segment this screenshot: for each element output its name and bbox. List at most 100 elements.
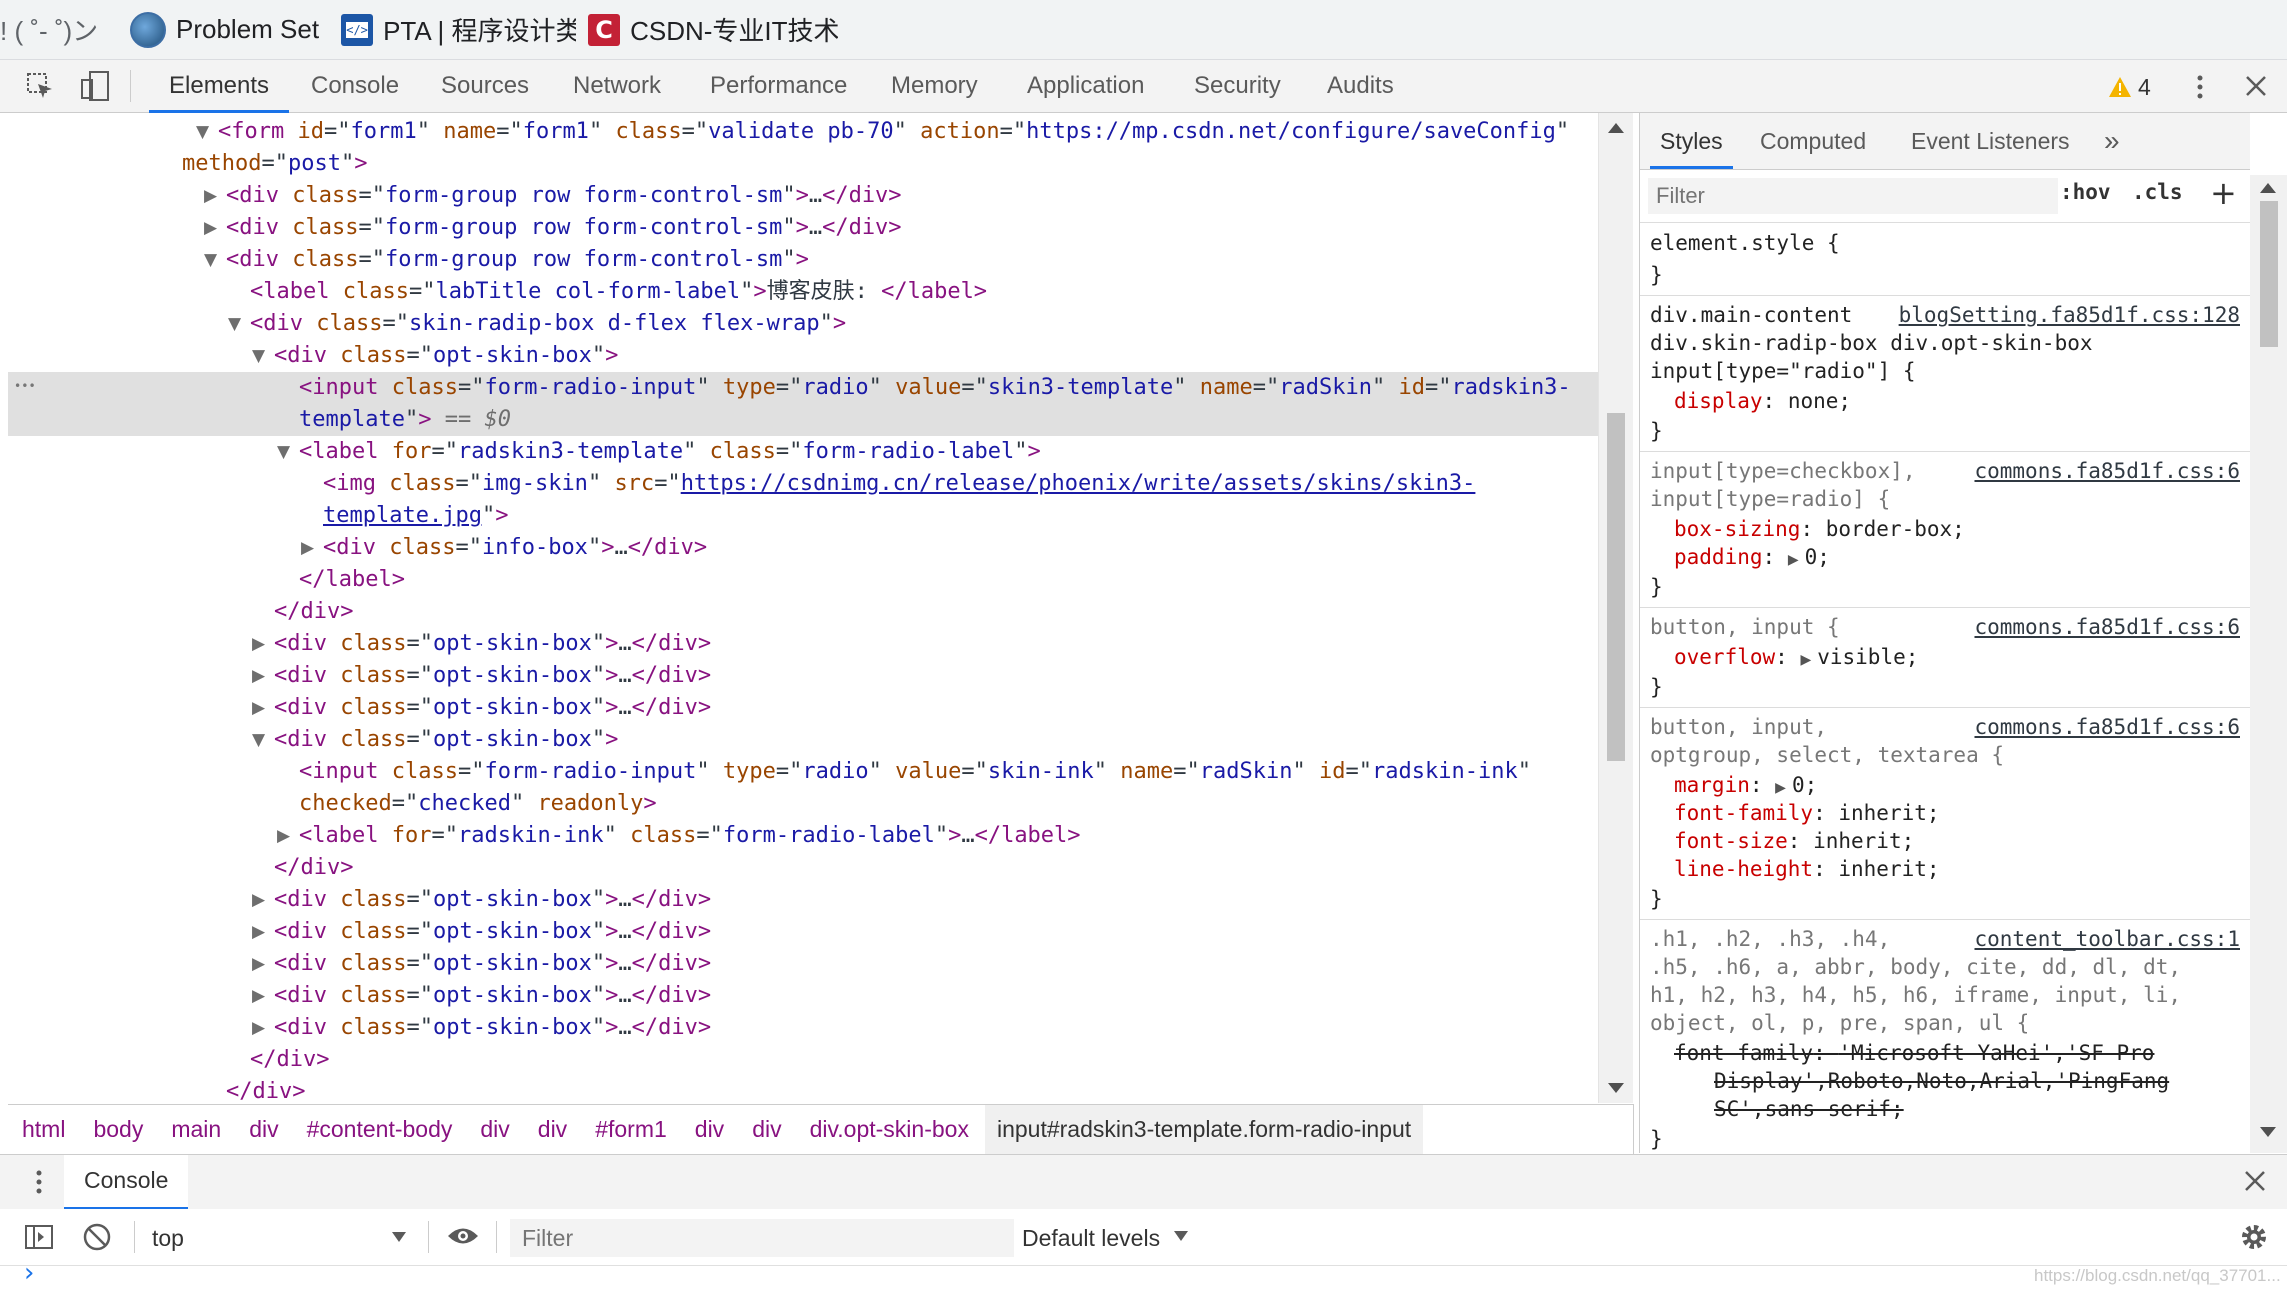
dom-node-line[interactable]: ▶ <label for="radskin-ink" class="form-ra…	[8, 820, 1598, 852]
expand-node-icon[interactable]: ▶	[301, 532, 314, 564]
hover-state-toggle[interactable]: :hov	[2060, 180, 2111, 204]
markup-token[interactable]: https://csdnimg.cn/release/phoenix/write…	[681, 471, 1476, 496]
dom-node-line[interactable]: </div>	[8, 1076, 1598, 1103]
dom-node-line[interactable]: ▼ <div class="opt-skin-box">	[8, 340, 1598, 372]
expand-node-icon[interactable]: ▶	[252, 660, 265, 692]
breadcrumb-item[interactable]: div	[752, 1116, 781, 1143]
dom-node-line[interactable]: <img class="img-skin" src="https://csdni…	[8, 468, 1598, 500]
collapse-node-icon[interactable]: ▼	[252, 340, 265, 372]
expand-shorthand-icon[interactable]: ▶	[1775, 780, 1786, 796]
styles-scrollbar[interactable]	[2250, 175, 2287, 1153]
rule-source-link[interactable]: commons.fa85d1f.css:6	[1974, 615, 2240, 639]
drawer-menu-icon[interactable]	[34, 1169, 44, 1195]
expand-shorthand-icon[interactable]: ▶	[1800, 652, 1811, 668]
tab-memory[interactable]: Memory	[891, 60, 978, 112]
drawer-tab-console[interactable]: Console	[64, 1155, 188, 1210]
breadcrumb-item[interactable]: #content-body	[307, 1116, 453, 1143]
style-property[interactable]: font-family: inherit;	[1674, 801, 1940, 825]
collapse-node-icon[interactable]: ▼	[277, 436, 290, 468]
dom-node-line[interactable]: ▼ <form id="form1" name="form1" class="va…	[8, 116, 1598, 148]
dom-node-line[interactable]: ▶ <div class="opt-skin-box">…</div>	[8, 1012, 1598, 1044]
dom-node-line[interactable]: ▶ <div class="opt-skin-box">…</div>	[8, 884, 1598, 916]
dom-node-line[interactable]: method="post">	[8, 148, 1598, 180]
sidebar-toggle-icon[interactable]	[24, 1223, 54, 1251]
collapse-node-icon[interactable]: ▼	[228, 308, 241, 340]
more-options-icon[interactable]	[2192, 73, 2208, 101]
console-filter-input[interactable]	[510, 1219, 1014, 1257]
style-property[interactable]: font-size: inherit;	[1674, 829, 1914, 853]
tab-audits[interactable]: Audits	[1327, 60, 1394, 112]
tab-styles[interactable]: Styles	[1650, 113, 1733, 169]
tab-console[interactable]: Console	[311, 60, 399, 112]
live-expression-eye-icon[interactable]	[446, 1225, 480, 1247]
tab-application[interactable]: Application	[1027, 60, 1144, 112]
breadcrumb-item[interactable]: main	[171, 1116, 221, 1143]
expand-node-icon[interactable]: ▶	[204, 180, 217, 212]
dom-node-line[interactable]: ▶ <div class="opt-skin-box">…</div>	[8, 692, 1598, 724]
expand-node-icon[interactable]: ▶	[252, 916, 265, 948]
dom-node-line[interactable]: checked="checked" readonly>	[8, 788, 1598, 820]
dom-node-line[interactable]: </div>	[8, 852, 1598, 884]
style-property[interactable]: margin: ▶ 0;	[1674, 773, 1817, 797]
breadcrumb-item[interactable]: body	[93, 1116, 143, 1143]
rule-source-link[interactable]: commons.fa85d1f.css:6	[1974, 715, 2240, 739]
expand-node-icon[interactable]: ▶	[277, 820, 290, 852]
dom-node-line[interactable]: ▶ <div class="opt-skin-box">…</div>	[8, 948, 1598, 980]
expand-node-icon[interactable]: ▶	[252, 948, 265, 980]
tab-network[interactable]: Network	[573, 60, 661, 112]
tab-event-listeners[interactable]: Event Listeners	[1911, 113, 2070, 169]
dom-node-line[interactable]: </div>	[8, 1044, 1598, 1076]
collapse-node-icon[interactable]: ▼	[252, 724, 265, 756]
scroll-thumb[interactable]	[1607, 413, 1625, 761]
dom-node-line[interactable]: template.jpg">	[8, 500, 1598, 532]
dom-node-line[interactable]: ▼ <label for="radskin3-template" class="f…	[8, 436, 1598, 468]
tab-computed[interactable]: Computed	[1760, 113, 1866, 169]
dom-node-line[interactable]: ▼ <div class="skin-radip-box d-flex flex-…	[8, 308, 1598, 340]
dom-node-line[interactable]: ▶ <div class="opt-skin-box">…</div>	[8, 980, 1598, 1012]
warning-counter[interactable]: 4	[2108, 73, 2158, 101]
clear-console-icon[interactable]	[82, 1222, 112, 1252]
tab-security[interactable]: Security	[1194, 60, 1281, 112]
tab-elements[interactable]: Elements	[148, 60, 290, 113]
dom-node-line[interactable]: ▶ <div class="opt-skin-box">…</div>	[8, 628, 1598, 660]
bookmark-csdn[interactable]: C CSDN-专业IT技术	[588, 0, 838, 59]
expand-node-icon[interactable]: ▶	[252, 884, 265, 916]
scroll-up-arrow[interactable]	[2260, 183, 2276, 193]
bookmark-emoticon[interactable]: ! ( ˚- ˚)ン	[0, 0, 118, 59]
scroll-down-arrow[interactable]	[2260, 1127, 2276, 1137]
tab-performance[interactable]: Performance	[710, 60, 847, 112]
dom-node-line[interactable]: <label class="labTitle col-form-label">博…	[8, 276, 1598, 308]
dom-node-line[interactable]: </div>	[8, 596, 1598, 628]
style-property[interactable]: overflow: ▶ visible;	[1674, 645, 1918, 669]
expand-node-icon[interactable]: ▶	[252, 628, 265, 660]
collapse-node-icon[interactable]: ▼	[196, 116, 209, 148]
expand-node-icon[interactable]: ▶	[252, 1012, 265, 1044]
rule-source-link[interactable]: content_toolbar.css:1	[1974, 927, 2240, 951]
expand-node-icon[interactable]: ▶	[204, 212, 217, 244]
breadcrumb-item[interactable]: div	[480, 1116, 509, 1143]
context-selector[interactable]: top	[140, 1217, 420, 1257]
markup-token[interactable]: template.jpg	[323, 503, 482, 528]
scroll-down-arrow[interactable]	[1608, 1083, 1624, 1093]
dom-node-line[interactable]: template"> == $0	[8, 404, 1598, 436]
breadcrumb-item[interactable]: html	[22, 1116, 65, 1143]
collapse-node-icon[interactable]: ▼	[204, 244, 217, 276]
more-tabs-icon[interactable]: »	[2104, 113, 2120, 169]
breadcrumb-item[interactable]: div	[695, 1116, 724, 1143]
expand-shorthand-icon[interactable]: ▶	[1788, 552, 1799, 568]
node-actions-ellipsis-icon[interactable]: •••	[14, 370, 36, 402]
dom-node-line[interactable]: <input class="form-radio-input" type="ra…	[8, 756, 1598, 788]
class-toggle[interactable]: .cls	[2132, 180, 2183, 204]
new-style-rule-icon[interactable]: +	[2210, 174, 2237, 212]
dom-node-line[interactable]: ▶ <div class="info-box">…</div>	[8, 532, 1598, 564]
close-devtools-icon[interactable]	[2244, 74, 2268, 98]
scroll-thumb[interactable]	[2260, 201, 2278, 347]
breadcrumb-item[interactable]: input#radskin3-template.form-radio-input	[984, 1105, 1424, 1154]
breadcrumb-item[interactable]: #form1	[595, 1116, 667, 1143]
bookmark-pta[interactable]: </> PTA | 程序设计类	[341, 0, 576, 59]
elements-dom-tree[interactable]: ▼ <form id="form1" name="form1" class="va…	[8, 113, 1599, 1103]
log-levels-dropdown[interactable]: Default levels	[1022, 1217, 1212, 1257]
style-property[interactable]: box-sizing: border-box;	[1674, 517, 1965, 541]
expand-node-icon[interactable]: ▶	[252, 980, 265, 1012]
bookmark-problem-set[interactable]: Problem Set	[130, 0, 319, 59]
